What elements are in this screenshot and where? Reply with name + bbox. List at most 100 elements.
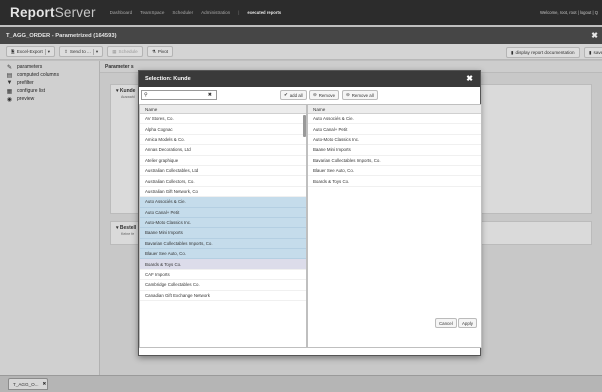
list-item[interactable]: Blauer See Auto, Co. xyxy=(308,166,481,177)
report-sidebar: ✎ parameters ▤ computed columns ▼ prefil… xyxy=(0,61,100,375)
pivot-button[interactable]: ⚗ Pivot xyxy=(146,46,174,57)
binoculars-icon: ⚲ xyxy=(144,92,148,98)
list-item[interactable]: Canadian Gift Exchange Network xyxy=(140,291,306,302)
report-tab[interactable]: T_AGG_O... ✖ xyxy=(8,378,48,390)
table-icon: ▤ xyxy=(6,72,13,79)
list-item[interactable]: Annas Decorations, Ltd xyxy=(140,145,306,156)
right-list-toolbar: ⊖ Remove ⊖ Remove all xyxy=(309,89,378,101)
pivot-label: Pivot xyxy=(157,49,169,54)
sidebar-item-parameters[interactable]: ✎ parameters xyxy=(0,63,99,71)
left-list-toolbar: ⚲ ✖ xyxy=(141,89,217,101)
selected-items-list: Name Auto Associés & Cie. Auto Canal+ Pe… xyxy=(307,104,482,348)
list-item[interactable]: Bavarian Collectables Imports, Co. xyxy=(308,156,481,166)
schedule-label: Schedule xyxy=(118,49,138,54)
chevron-down-icon[interactable]: ▾ xyxy=(92,48,98,55)
clear-search-icon[interactable]: ✖ xyxy=(208,92,212,98)
report-tab-label: T_AGG_O... xyxy=(13,381,39,387)
selection-dialog: Selection: Kunde ✖ ⚲ ✖ ✔ add all ⊖ Remov… xyxy=(138,70,482,356)
schedule-button[interactable]: ▦ Schedule xyxy=(107,46,143,57)
remove-all-label: Remove all xyxy=(351,92,374,98)
send-icon: ⇪ xyxy=(64,48,68,54)
remove-all-button[interactable]: ⊖ Remove all xyxy=(342,90,378,100)
sidebar-item-prefilter[interactable]: ▼ prefilter xyxy=(0,79,99,87)
bestell-title-text: Bestell xyxy=(119,225,137,231)
calendar-icon: ▦ xyxy=(112,48,117,54)
available-list-header[interactable]: Name xyxy=(140,105,306,114)
nav-executed-reports[interactable]: executed reports xyxy=(247,10,281,15)
sidebar-item-label: preview xyxy=(17,96,35,102)
list-item[interactable]: Alpha Cognac xyxy=(140,124,306,135)
nav-dashboard[interactable]: Dashboard xyxy=(110,10,132,15)
list-item[interactable]: Baane Mini Imports xyxy=(308,145,481,156)
sidebar-item-computed-columns[interactable]: ▤ computed columns xyxy=(0,71,99,79)
sidebar-item-label: prefilter xyxy=(17,80,34,86)
remove-button[interactable]: ⊖ Remove xyxy=(309,90,340,100)
export-icon: 🗎 xyxy=(11,48,15,54)
close-tab-icon[interactable]: ✖ xyxy=(43,381,47,387)
list-item-hovered[interactable]: Boards & Toys Co. xyxy=(140,259,306,270)
close-report-icon[interactable]: ✖ xyxy=(591,31,598,40)
close-dialog-icon[interactable]: ✖ xyxy=(466,74,473,83)
list-item[interactable]: AV Stores, Co. xyxy=(140,114,306,125)
send-to-button[interactable]: ⇪ Send to ... ▾ xyxy=(59,46,104,57)
sidebar-item-configure-list[interactable]: ▦ configure list xyxy=(0,87,99,95)
dialog-title: Selection: Kunde xyxy=(145,76,191,82)
list-item[interactable]: Australian Gift Network, Co xyxy=(140,187,306,198)
eye-icon: ◉ xyxy=(6,96,13,103)
minus-circle-icon: ⊖ xyxy=(346,92,350,97)
save-button[interactable]: ▮ save xyxy=(584,47,602,58)
top-nav-bar: ReportServer Dashboard TeamSpace Schedul… xyxy=(0,0,602,25)
list-item-selected[interactable]: Blauer See Auto, Co. xyxy=(140,249,306,260)
list-item[interactable]: Atelier graphique xyxy=(140,156,306,166)
apply-button[interactable]: Apply xyxy=(458,318,477,328)
list-item[interactable]: Boards & Toys Co. xyxy=(308,176,481,187)
list-item-selected[interactable]: Baane Mini Imports xyxy=(140,228,306,239)
add-all-button[interactable]: ✔ add all xyxy=(280,90,307,100)
send-to-label: Send to ... xyxy=(69,49,91,54)
chevron-down-icon[interactable]: ▾ xyxy=(44,48,50,55)
report-toolbar: 🗎 Excel-Export ▾ ⇪ Send to ... ▾ ▦ Sched… xyxy=(0,44,602,60)
list-item[interactable]: CAF Imports xyxy=(140,270,306,281)
list-item-selected[interactable]: Bavarian Collectables Imports, Co. xyxy=(140,238,306,250)
list-item[interactable]: Amica Models & Co. xyxy=(140,135,306,146)
list-item-selected[interactable]: Auto Canal+ Petit xyxy=(140,207,306,218)
save-icon: ▮ xyxy=(589,49,592,55)
app-logo[interactable]: ReportServer xyxy=(10,5,96,20)
bottom-tab-bar: T_AGG_O... ✖ xyxy=(0,375,602,392)
dialog-header: Selection: Kunde ✖ xyxy=(139,71,480,87)
check-icon: ✔ xyxy=(284,92,288,97)
cancel-button[interactable]: Cancel xyxy=(435,318,457,328)
dialog-footer: Cancel Apply xyxy=(139,315,482,329)
selected-list-header[interactable]: Name xyxy=(308,105,481,114)
list-item[interactable]: Auto Associés & Cie. xyxy=(308,114,481,125)
pivot-icon: ⚗ xyxy=(151,48,156,54)
nav-scheduler[interactable]: Scheduler xyxy=(172,10,193,15)
welcome-text[interactable]: Welcome, root, root | logout | Q xyxy=(540,10,598,15)
list-item[interactable]: Cambridge Collectables Co. xyxy=(140,280,306,291)
list-item-selected[interactable]: Auto Associés & Cie. xyxy=(140,197,306,208)
list-scrollbar[interactable] xyxy=(303,115,306,137)
list-item[interactable]: Australian Collectors, Co. xyxy=(140,176,306,187)
list-item-selected[interactable]: Auto-Moto Classics Inc. xyxy=(140,217,306,229)
pencil-icon: ✎ xyxy=(6,64,13,71)
search-field[interactable]: ⚲ ✖ xyxy=(141,90,217,100)
save-label: save xyxy=(593,50,602,55)
available-items-list: Name AV Stores, Co. Alpha Cognac Amica M… xyxy=(139,104,307,348)
nav-administration[interactable]: Administration xyxy=(201,10,230,15)
report-title: T_AGG_ORDER - Parametrized (164593) xyxy=(6,32,117,39)
main-nav: Dashboard TeamSpace Scheduler Administra… xyxy=(110,10,282,15)
excel-export-label: Excel-Export xyxy=(16,49,43,54)
list-item[interactable]: Australian Collectables, Ltd xyxy=(140,166,306,177)
list-item[interactable]: Auto Canal+ Petit xyxy=(308,124,481,135)
display-documentation-label: display report documentation xyxy=(515,50,575,55)
nav-separator: | xyxy=(238,10,240,15)
list-item[interactable]: Auto-Moto Classics Inc. xyxy=(308,135,481,146)
minus-circle-icon: ⊖ xyxy=(313,92,317,97)
sidebar-item-label: computed columns xyxy=(17,72,59,78)
display-documentation-button[interactable]: ▮ display report documentation xyxy=(506,47,580,58)
report-title-bar: T_AGG_ORDER - Parametrized (164593) ✖ xyxy=(0,27,602,44)
nav-teamspace[interactable]: TeamSpace xyxy=(140,10,164,15)
excel-export-button[interactable]: 🗎 Excel-Export ▾ xyxy=(6,46,56,57)
filter-icon: ▼ xyxy=(6,80,13,86)
sidebar-item-preview[interactable]: ◉ preview xyxy=(0,95,99,103)
